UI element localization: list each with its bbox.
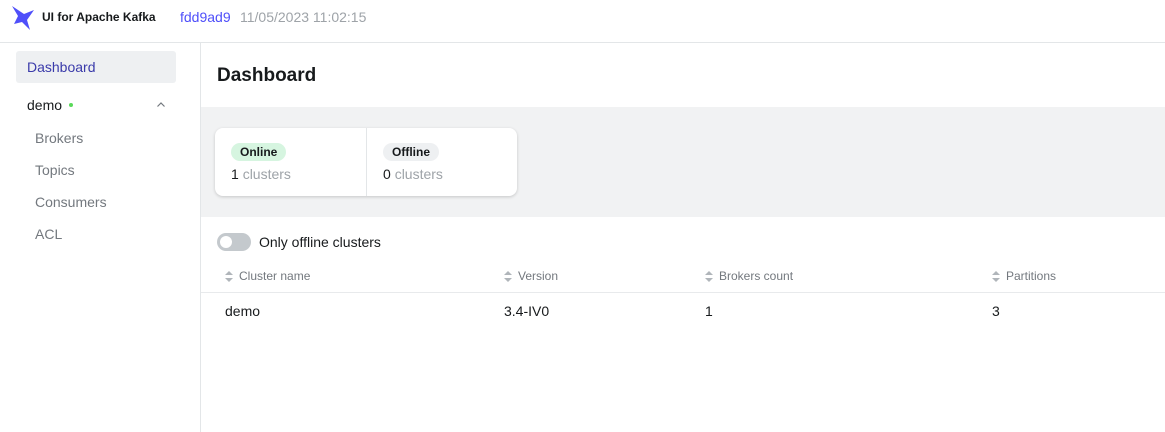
sort-icon [992,270,1000,282]
kafka-logo-icon[interactable] [10,4,36,32]
offline-count: 0 clusters [383,166,443,182]
main-content: Dashboard Online 1 clusters Offline 0 cl… [201,43,1165,432]
column-partitions[interactable]: Partitions [992,269,1056,283]
chevron-up-icon[interactable] [155,99,167,111]
cell-cluster-name[interactable]: demo [225,303,260,319]
build-date: 11/05/2023 11:02:15 [240,9,367,25]
offline-stat: Offline 0 clusters [366,128,517,196]
sidebar: Dashboard demo Brokers Topics Consumers … [0,43,201,432]
table-header: Cluster name Version Brokers count Parti… [201,263,1165,293]
online-stat: Online 1 clusters [215,128,366,196]
cell-brokers-count: 1 [705,303,713,319]
table-row[interactable]: demo 3.4-IV0 1 3 [201,293,1165,329]
sidebar-item-acl[interactable]: ACL [35,226,62,242]
column-label: Brokers count [719,269,794,283]
sort-icon [225,270,233,282]
cell-partitions: 3 [992,303,1000,319]
sidebar-item-topics[interactable]: Topics [35,162,75,178]
online-badge: Online [231,143,287,161]
online-count: 1 clusters [231,166,291,182]
only-offline-label[interactable]: Only offline clusters [259,234,381,250]
page-title: Dashboard [217,65,317,86]
top-header: UI for Apache Kafka fdd9ad9 11/05/2023 1… [0,0,1165,43]
stats-band: Online 1 clusters Offline 0 clusters [201,107,1165,217]
offline-badge: Offline [383,143,439,161]
column-label: Partitions [1006,269,1057,283]
online-count-value: 1 [231,166,239,182]
column-brokers-count[interactable]: Brokers count [705,269,793,283]
clusters-table: Cluster name Version Brokers count Parti… [201,263,1165,329]
sidebar-item-brokers[interactable]: Brokers [35,130,83,146]
column-label: Version [518,269,559,283]
column-version[interactable]: Version [504,269,558,283]
cluster-stats-card: Online 1 clusters Offline 0 clusters [215,128,517,196]
column-label: Cluster name [239,269,311,283]
toggle-knob [220,236,232,248]
sort-icon [705,270,713,282]
sidebar-item-dashboard[interactable]: Dashboard [16,51,176,83]
offline-count-unit: clusters [394,166,443,182]
online-count-unit: clusters [242,166,291,182]
offline-count-value: 0 [383,166,391,182]
sidebar-item-consumers[interactable]: Consumers [35,194,107,210]
only-offline-toggle[interactable] [217,233,251,251]
sort-icon [504,270,512,282]
sidebar-cluster-demo[interactable]: demo [16,91,176,119]
offline-filter-row: Only offline clusters [217,232,381,252]
commit-link[interactable]: fdd9ad9 [180,9,231,25]
column-cluster-name[interactable]: Cluster name [225,269,310,283]
cluster-name: demo [27,97,63,113]
online-status-dot [69,103,73,107]
app-title[interactable]: UI for Apache Kafka [42,10,156,24]
cell-version: 3.4-IV0 [504,303,550,319]
